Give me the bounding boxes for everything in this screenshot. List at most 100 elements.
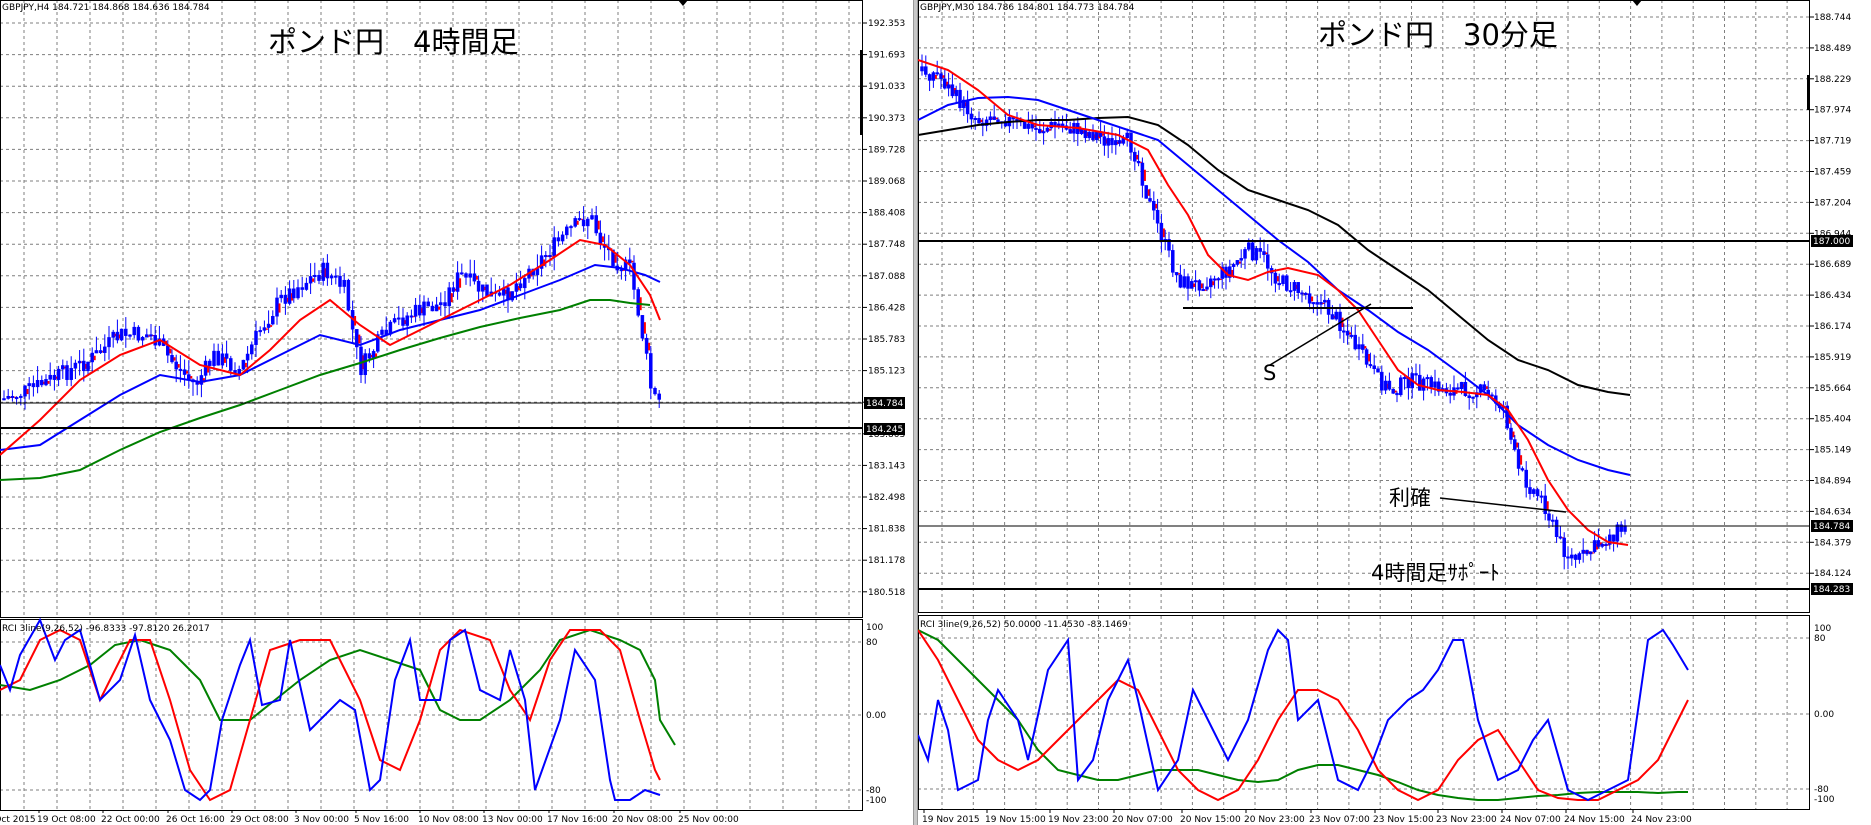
candle: [1520, 468, 1525, 471]
candle: [1368, 364, 1373, 367]
price-tick-label: 183.143: [868, 461, 905, 471]
candle: [124, 328, 128, 336]
candle: [1524, 469, 1528, 488]
candle: [1345, 330, 1350, 336]
m30-support-price-label: 184.283: [1813, 585, 1850, 595]
price-tick-label: 188.744: [1814, 13, 1851, 23]
price-tick-label: 189.728: [868, 145, 905, 155]
candle: [920, 66, 924, 72]
candle: [924, 66, 928, 75]
candle-accent: [177, 364, 180, 368]
h4-rci-axis: 100 80 0.00 -80-100: [866, 623, 887, 806]
candle: [1471, 396, 1475, 399]
candle: [359, 346, 363, 376]
candle: [977, 118, 981, 124]
candle: [1258, 248, 1262, 252]
candle: [1429, 377, 1433, 388]
rci-tick-label: 0.00: [866, 711, 886, 721]
candle: [518, 283, 523, 289]
candle: [632, 262, 636, 290]
candle: [1395, 393, 1399, 396]
price-tick-label: 185.123: [868, 367, 905, 377]
candle: [590, 215, 594, 220]
m30-time-axis[interactable]: 19 Nov 2015 19 Nov 15:00 19 Nov 23:00 20 No…: [922, 810, 1692, 825]
m30-chart-shift-marker[interactable]: [1632, 0, 1642, 6]
candle: [1060, 123, 1065, 127]
candle-accent: [270, 325, 273, 327]
h4-chart-window[interactable]: GBPJPY,H4 184.721 184.868 184.636 184.78…: [0, 0, 913, 825]
price-tick-label: 185.404: [1814, 415, 1851, 425]
price-tick-label: 187.974: [1814, 106, 1851, 116]
candle: [1136, 161, 1141, 164]
candle-accent: [26, 388, 29, 395]
candle: [397, 317, 401, 320]
candle: [523, 278, 527, 289]
candle: [48, 374, 52, 380]
m30-chart-svg[interactable]: GBPJPY,M30 184.786 184.801 184.773 184.7…: [918, 0, 1871, 825]
candle: [497, 292, 502, 296]
candle-accent: [1219, 278, 1222, 280]
time-tick-label: 25 Nov 00:00: [678, 815, 739, 825]
candle: [14, 397, 19, 400]
candle: [90, 352, 94, 363]
h4-rci-long-line: [0, 628, 676, 746]
candle: [1022, 121, 1027, 129]
time-tick-label: 10 Nov 08:00: [418, 815, 479, 825]
h4-price-axis[interactable]: 192.353 191.693 191.033 190.373 189.728 189.0…: [863, 19, 905, 598]
candle: [1380, 371, 1384, 391]
candle: [1562, 537, 1566, 557]
candle: [1095, 132, 1099, 141]
candle: [598, 232, 603, 245]
m30-price-axis[interactable]: 188.744 188.489 188.229 187.974 187.719 187.4…: [1810, 13, 1851, 579]
take-profit-annotation-label: 利確: [1389, 486, 1431, 510]
candle: [1296, 282, 1300, 293]
candle: [943, 78, 947, 89]
candle: [254, 331, 258, 345]
candle: [266, 323, 271, 328]
candle: [86, 361, 90, 372]
candle: [384, 329, 388, 335]
candle: [98, 350, 103, 353]
time-tick-label: 24 Nov 07:00: [1500, 815, 1561, 825]
candle: [1433, 381, 1437, 388]
candle: [1235, 260, 1240, 265]
h4-chart-shift-marker[interactable]: [678, 0, 688, 6]
candle: [1516, 449, 1521, 469]
candle: [65, 365, 69, 380]
h4-current-price-label: 184.784: [866, 399, 903, 409]
candle: [182, 369, 187, 375]
m30-ma-fast-line: [918, 59, 1629, 546]
candle: [94, 350, 99, 354]
candle: [250, 344, 254, 355]
candle-accent: [1136, 154, 1139, 160]
candle: [392, 318, 397, 323]
h4-chart-svg[interactable]: GBPJPY,H4 184.721 184.868 184.636 184.78…: [0, 0, 913, 825]
price-tick-label: 188.408: [868, 209, 905, 219]
price-tick-label: 185.783: [868, 335, 905, 345]
candle-accent: [1238, 261, 1241, 264]
m30-price-grid: [918, 0, 1810, 612]
time-tick-label: 20 Nov 07:00: [1112, 815, 1173, 825]
candle: [325, 262, 330, 279]
candle: [1273, 272, 1278, 284]
price-tick-label: 187.748: [868, 240, 905, 250]
candle: [1239, 258, 1243, 261]
candle: [145, 334, 149, 338]
m30-chart-window[interactable]: GBPJPY,M30 184.786 184.801 184.773 184.7…: [918, 0, 1871, 825]
time-tick-label: 20 Nov 15:00: [1180, 815, 1241, 825]
rci-tick-label: -80: [866, 786, 881, 796]
rci-tick-label: 80: [866, 638, 878, 648]
candle: [1133, 151, 1137, 162]
candle: [1364, 349, 1369, 365]
candle: [1459, 381, 1464, 390]
candle: [174, 361, 178, 370]
candle: [149, 334, 153, 337]
candle: [119, 328, 124, 341]
h4-time-axis[interactable]: 16 Oct 201519 Oct 08:00 22 Oct 00:00 26 Oc…: [0, 810, 739, 825]
candle: [476, 280, 481, 292]
price-tick-label: 186.434: [1814, 291, 1851, 301]
candle: [594, 215, 598, 234]
time-tick-label: 3 Nov 00:00: [294, 815, 349, 825]
m30-resistance-price-label: 187.000: [1813, 237, 1850, 247]
candle-accent: [1607, 544, 1610, 546]
